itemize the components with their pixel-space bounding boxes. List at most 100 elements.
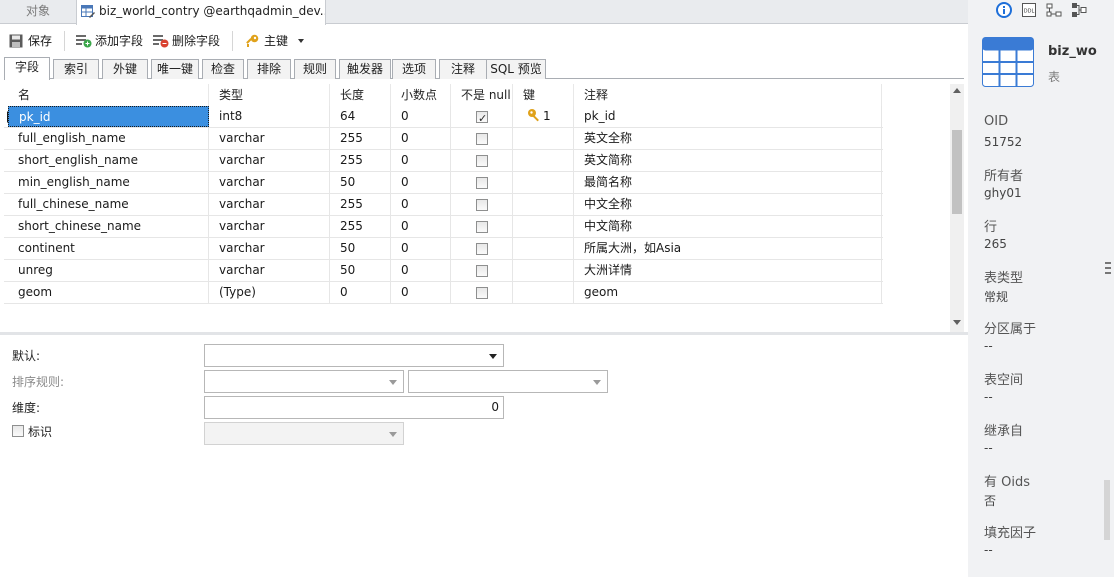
cell-not-null[interactable] bbox=[451, 106, 513, 127]
cell-comment[interactable]: geom bbox=[574, 282, 882, 303]
cell-key[interactable] bbox=[513, 282, 574, 303]
default-select[interactable] bbox=[204, 344, 504, 367]
table-row[interactable]: geom (Type) 0 0 geom bbox=[4, 282, 883, 304]
cell-key[interactable] bbox=[513, 216, 574, 237]
cell-name[interactable]: full_chinese_name bbox=[8, 194, 209, 215]
editor-tab[interactable]: 选项 bbox=[392, 59, 436, 79]
cell-length[interactable]: 50 bbox=[330, 260, 391, 281]
cell-not-null[interactable] bbox=[451, 282, 513, 303]
not-null-checkbox[interactable] bbox=[476, 199, 488, 211]
cell-name[interactable]: continent bbox=[8, 238, 209, 259]
cell-decimal[interactable]: 0 bbox=[391, 150, 451, 171]
cell-type[interactable]: varchar bbox=[209, 216, 330, 237]
cell-comment[interactable]: 中文简称 bbox=[574, 216, 882, 237]
er-diagram-icon[interactable] bbox=[1046, 2, 1062, 18]
delete-field-button[interactable]: 删除字段 bbox=[153, 32, 220, 50]
not-null-checkbox[interactable] bbox=[476, 221, 488, 233]
cell-type[interactable]: varchar bbox=[209, 172, 330, 193]
identity-checkbox[interactable] bbox=[12, 425, 24, 437]
info-panel-scroll-track[interactable] bbox=[1104, 480, 1110, 540]
scroll-up-arrow-icon[interactable] bbox=[953, 88, 961, 93]
cell-comment[interactable]: pk_id bbox=[574, 106, 882, 127]
table-row[interactable]: min_english_name varchar 50 0 最简名称 bbox=[4, 172, 883, 194]
cell-decimal[interactable]: 0 bbox=[391, 194, 451, 215]
cell-not-null[interactable] bbox=[451, 150, 513, 171]
not-null-checkbox[interactable] bbox=[476, 108, 488, 127]
cell-not-null[interactable] bbox=[451, 238, 513, 259]
cell-not-null[interactable] bbox=[451, 172, 513, 193]
cell-name[interactable]: short_english_name bbox=[8, 150, 209, 171]
column-header[interactable]: 小数点 bbox=[391, 84, 451, 106]
editor-tab[interactable]: 唯一键 bbox=[151, 59, 199, 79]
cell-length[interactable]: 255 bbox=[330, 128, 391, 149]
table-row[interactable]: unreg varchar 50 0 大洲详情 bbox=[4, 260, 883, 282]
cell-type[interactable]: varchar bbox=[209, 260, 330, 281]
cell-not-null[interactable] bbox=[451, 194, 513, 215]
table-row[interactable]: pk_idint86401pk_id bbox=[4, 106, 883, 128]
cell-type[interactable]: varchar bbox=[209, 150, 330, 171]
cell-comment[interactable]: 所属大洲，如Asia bbox=[574, 238, 882, 259]
add-field-button[interactable]: 添加字段 bbox=[76, 32, 143, 50]
editor-tab[interactable]: 排除 bbox=[247, 59, 291, 79]
scroll-down-arrow-icon[interactable] bbox=[953, 320, 961, 325]
column-header[interactable]: 长度 bbox=[330, 84, 391, 106]
cell-decimal[interactable]: 0 bbox=[391, 106, 451, 127]
not-null-checkbox[interactable] bbox=[476, 155, 488, 167]
cell-not-null[interactable] bbox=[451, 260, 513, 281]
table-row[interactable]: short_english_name varchar 255 0 英文简称 bbox=[4, 150, 883, 172]
cell-length[interactable]: 255 bbox=[330, 194, 391, 215]
cell-decimal[interactable]: 0 bbox=[391, 282, 451, 303]
dimension-input[interactable]: 0 bbox=[204, 396, 504, 419]
cell-name[interactable]: unreg bbox=[8, 260, 209, 281]
not-null-checkbox[interactable] bbox=[476, 133, 488, 145]
cell-comment[interactable]: 最简名称 bbox=[574, 172, 882, 193]
column-header[interactable]: 名 bbox=[8, 84, 209, 106]
cell-length[interactable]: 50 bbox=[330, 172, 391, 193]
cell-comment[interactable]: 大洲详情 bbox=[574, 260, 882, 281]
cell-length[interactable]: 0 bbox=[330, 282, 391, 303]
not-null-checkbox[interactable] bbox=[476, 177, 488, 189]
cell-not-null[interactable] bbox=[451, 128, 513, 149]
editor-tab[interactable]: 规则 bbox=[294, 59, 336, 79]
cell-type[interactable]: varchar bbox=[209, 194, 330, 215]
save-button[interactable]: 保存 bbox=[9, 32, 52, 50]
table-row[interactable]: continent varchar 50 0 所属大洲，如Asia bbox=[4, 238, 883, 260]
cell-decimal[interactable]: 0 bbox=[391, 128, 451, 149]
editor-tab[interactable]: 字段 bbox=[4, 57, 50, 80]
cell-length[interactable]: 64 bbox=[330, 106, 391, 127]
cell-type[interactable]: varchar bbox=[209, 238, 330, 259]
cell-decimal[interactable]: 0 bbox=[391, 216, 451, 237]
tab-objects[interactable]: 对象 bbox=[0, 0, 76, 24]
info-panel-scrollbar[interactable] bbox=[1105, 262, 1111, 280]
cell-key[interactable] bbox=[513, 260, 574, 281]
editor-tab[interactable]: 外键 bbox=[102, 59, 148, 79]
scrollbar-thumb[interactable] bbox=[952, 130, 962, 214]
cell-decimal[interactable]: 0 bbox=[391, 260, 451, 281]
table-row[interactable]: full_chinese_name varchar 255 0 中文全称 bbox=[4, 194, 883, 216]
cell-key[interactable] bbox=[513, 172, 574, 193]
cell-key[interactable]: 1 bbox=[513, 106, 574, 127]
primary-key-button[interactable]: 主键 bbox=[245, 32, 304, 50]
not-null-checkbox[interactable] bbox=[476, 287, 488, 299]
cell-decimal[interactable]: 0 bbox=[391, 172, 451, 193]
cell-decimal[interactable]: 0 bbox=[391, 238, 451, 259]
info-icon[interactable] bbox=[996, 2, 1012, 18]
not-null-checkbox[interactable] bbox=[476, 265, 488, 277]
cell-key[interactable] bbox=[513, 194, 574, 215]
table-row[interactable]: short_chinese_name varchar 255 0 中文简称 bbox=[4, 216, 883, 238]
collation-schema-select[interactable] bbox=[204, 370, 404, 393]
cell-comment[interactable]: 中文全称 bbox=[574, 194, 882, 215]
panel-splitter[interactable] bbox=[0, 332, 968, 335]
column-header[interactable]: 键 bbox=[513, 84, 574, 106]
column-header[interactable]: 类型 bbox=[209, 84, 330, 106]
column-header[interactable]: 注释 bbox=[574, 84, 882, 106]
cell-type[interactable]: varchar bbox=[209, 128, 330, 149]
editor-tab[interactable]: 索引 bbox=[53, 59, 99, 79]
editor-tab[interactable]: 检查 bbox=[202, 59, 244, 79]
editor-tab[interactable]: 注释 bbox=[439, 59, 487, 79]
identity-select[interactable] bbox=[204, 422, 404, 445]
cell-name[interactable]: full_english_name bbox=[8, 128, 209, 149]
cell-type[interactable]: int8 bbox=[209, 106, 330, 127]
cell-comment[interactable]: 英文全称 bbox=[574, 128, 882, 149]
ddl-icon[interactable]: DDL bbox=[1021, 2, 1037, 18]
